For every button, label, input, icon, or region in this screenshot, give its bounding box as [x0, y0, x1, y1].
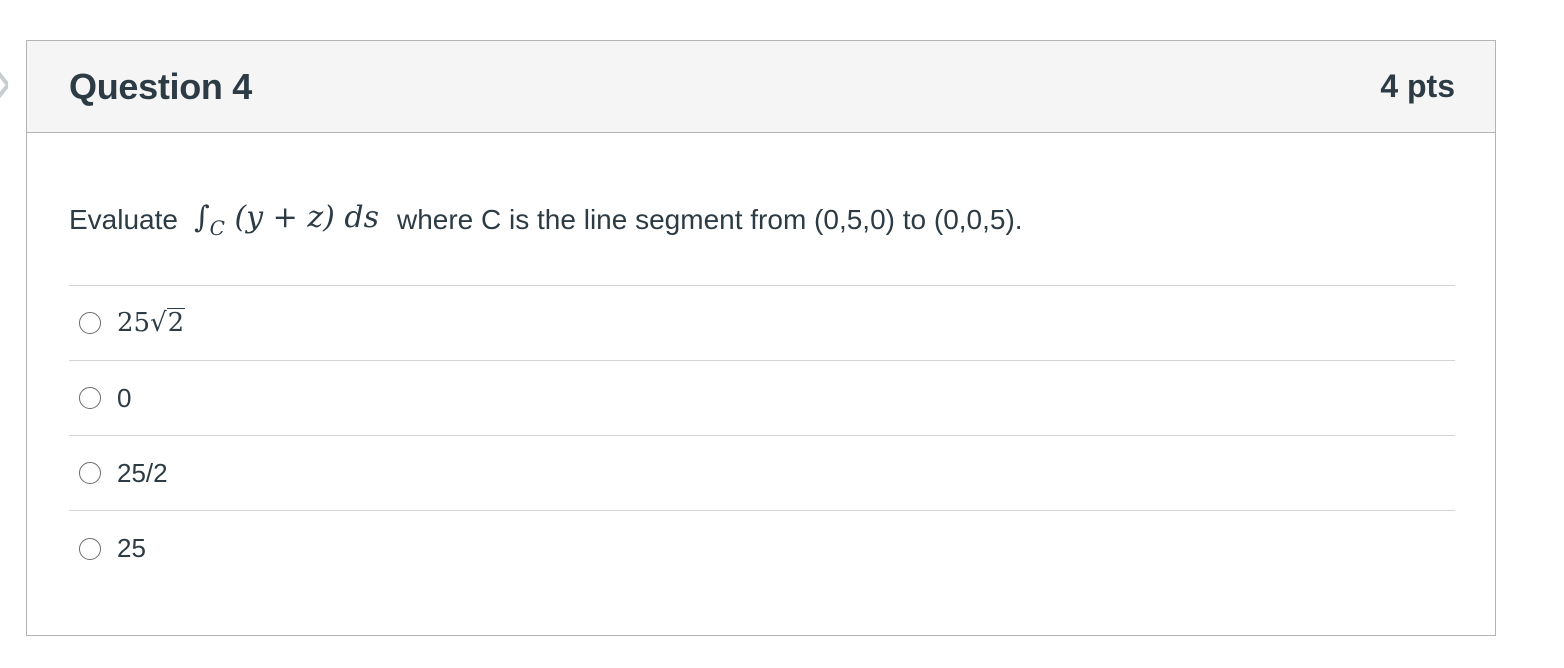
flag-question-icon[interactable]	[0, 66, 8, 104]
integral-subscript: C	[209, 216, 225, 240]
answer-label: 0	[117, 382, 132, 413]
answer-option-3[interactable]: 25/2	[69, 436, 1455, 511]
question-body: Evaluate ∫C (y + z) ds where C is the li…	[27, 195, 1495, 586]
integral-sign: ∫	[193, 200, 210, 235]
radio-button[interactable]	[79, 537, 101, 560]
radio-button[interactable]	[79, 462, 101, 484]
square-root-sign: √	[150, 308, 167, 338]
radio-button[interactable]	[79, 387, 101, 409]
square-root-radicand: 2	[166, 308, 186, 338]
integral-integrand: (y + z) ds	[234, 200, 379, 235]
question-prompt: Evaluate ∫C (y + z) ds where C is the li…	[69, 195, 1455, 245]
question-title: Question 4	[69, 65, 253, 107]
question-header: Question 4 4 pts	[27, 41, 1495, 133]
prompt-text-after: where C is the line segment from (0,5,0)…	[396, 204, 1023, 235]
question-card: Question 4 4 pts Evaluate ∫C (y + z) ds …	[26, 40, 1496, 636]
answer-label: 25	[117, 533, 146, 563]
radio-button[interactable]	[79, 312, 101, 334]
answer-label: 25/2	[117, 457, 168, 488]
question-points: 4 pts	[1380, 68, 1455, 104]
answer-option-1[interactable]: 25√2	[69, 286, 1455, 361]
answer-option-2[interactable]: 0	[69, 361, 1455, 436]
answer-coefficient: 25	[117, 308, 151, 338]
integral-expression: ∫C (y + z) ds	[194, 200, 379, 240]
answer-options: 25√2 0 25/2 25	[69, 285, 1455, 586]
answer-label: 25√2	[117, 308, 186, 338]
prompt-text-before: Evaluate	[69, 204, 178, 235]
answer-option-4[interactable]: 25	[69, 511, 1455, 586]
